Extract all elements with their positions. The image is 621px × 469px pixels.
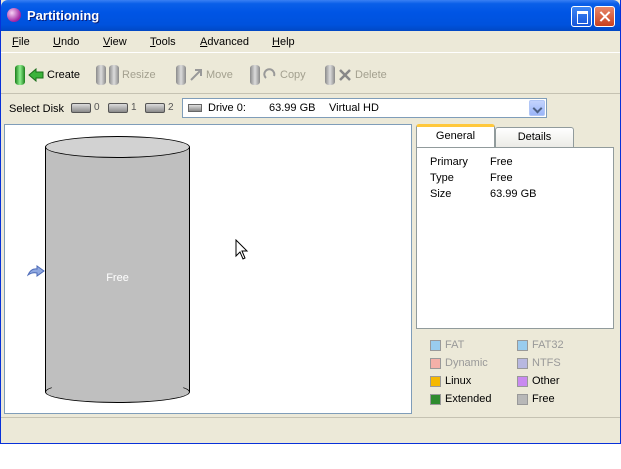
legend-other-label: Other (532, 375, 560, 387)
legend-ntfs-label: NTFS (532, 357, 561, 369)
legend-dynamic: Dynamic (430, 357, 488, 369)
legend-fat32-label: FAT32 (532, 339, 564, 351)
drive-dropdown[interactable]: Drive 0: 63.99 GB Virtual HD (182, 98, 547, 118)
disk-2-number: 2 (168, 102, 174, 113)
general-tab-panel: Primary Free Type Free Size 63.99 GB (416, 147, 614, 329)
resize-icon-2 (109, 65, 119, 85)
menu-undo[interactable]: Undo (53, 36, 79, 48)
size-value: 63.99 GB (490, 188, 537, 200)
resize-button[interactable]: Resize (96, 62, 156, 88)
linux-swatch (430, 375, 441, 387)
drive-type: Virtual HD (329, 102, 379, 114)
type-value: Free (490, 172, 513, 184)
menu-tools[interactable]: Tools (150, 36, 176, 48)
free-swatch (517, 393, 528, 405)
menu-bar: File Undo View Tools Advanced Help (1, 32, 620, 53)
watermark: Protect mo (45, 441, 181, 468)
tab-details-label: Details (517, 131, 552, 143)
ntfs-swatch (517, 357, 528, 369)
primary-key: Primary (430, 156, 468, 168)
resize-icon (96, 65, 106, 85)
drive-size: 63.99 GB (269, 102, 316, 114)
partition-bottom (45, 381, 190, 403)
disk-view-panel: Free Protect mo (4, 124, 412, 468)
maximize-button[interactable] (571, 6, 592, 27)
copy-icon (250, 65, 260, 85)
drive-name: Drive 0: (208, 102, 246, 114)
other-swatch (517, 375, 528, 387)
dynamic-swatch (430, 357, 441, 369)
disk-1-icon[interactable] (108, 103, 128, 113)
legend-free-label: Free (532, 393, 555, 405)
legend-fat32: FAT32 (517, 339, 564, 351)
legend-extended: Extended (430, 393, 491, 405)
tab-general-label: General (435, 130, 476, 142)
menu-file[interactable]: File (12, 36, 30, 48)
copy-arrow-icon (263, 68, 276, 79)
chevron-down-icon[interactable] (529, 100, 545, 116)
legend-fat-label: FAT (445, 339, 465, 351)
size-key: Size (430, 188, 452, 200)
extended-swatch (430, 393, 441, 405)
app-icon (7, 8, 21, 22)
close-button[interactable] (594, 6, 615, 27)
copy-button[interactable]: Copy (250, 62, 306, 88)
mouse-cursor-icon (235, 239, 249, 260)
toolbar: Create Resize Move Copy Delete (1, 54, 620, 94)
disk-1-number: 1 (131, 102, 137, 113)
legend-other: Other (517, 375, 560, 387)
legend-fat: FAT (430, 339, 464, 351)
legend-linux-label: Linux (445, 375, 472, 387)
create-label: Create (47, 69, 81, 81)
select-disk-label: Select Disk (9, 103, 65, 115)
type-key: Type (430, 172, 454, 184)
menu-help[interactable]: Help (272, 36, 295, 48)
legend-extended-label: Extended (445, 393, 492, 405)
status-bar (1, 417, 620, 443)
fat32-swatch (517, 339, 528, 351)
move-icon (176, 65, 186, 85)
disk-0-icon[interactable] (71, 103, 91, 113)
resize-label: Resize (122, 69, 156, 81)
disk-0-number: 0 (94, 102, 100, 113)
title-bar: Partitioning (1, 0, 620, 31)
partition-pointer-arrow-icon (27, 265, 45, 277)
menu-view[interactable]: View (103, 36, 127, 48)
partition-label: Free (106, 272, 129, 284)
legend-dynamic-label: Dynamic (445, 357, 488, 369)
create-icon (15, 65, 25, 85)
delete-x-icon (339, 69, 351, 81)
primary-value: Free (490, 156, 513, 168)
copy-label: Copy (280, 69, 306, 81)
menu-advanced[interactable]: Advanced (200, 36, 249, 48)
create-arrow-icon (28, 68, 44, 82)
tab-details[interactable]: Details (495, 127, 574, 147)
delete-icon (325, 65, 335, 85)
delete-label: Delete (355, 69, 387, 81)
fat-swatch (430, 339, 441, 351)
disk-2-icon[interactable] (145, 103, 165, 113)
tab-general[interactable]: General (416, 124, 495, 147)
legend-free: Free (517, 393, 555, 405)
move-label: Move (206, 69, 233, 81)
partition-top (45, 136, 190, 158)
create-button[interactable]: Create (15, 62, 80, 88)
window-title: Partitioning (27, 8, 100, 23)
legend-linux: Linux (430, 375, 471, 387)
free-partition[interactable]: Free (45, 136, 190, 403)
select-disk-bar: Select Disk 0 1 2 Drive 0: 63.99 GB Virt… (1, 95, 620, 122)
move-arrow-icon (190, 69, 202, 81)
partitioning-window: Partitioning File Undo View Tools Advanc… (0, 0, 621, 468)
hard-drive-icon (188, 104, 202, 112)
delete-button[interactable]: Delete (325, 62, 387, 88)
move-button[interactable]: Move (176, 62, 233, 88)
legend-ntfs: NTFS (517, 357, 561, 369)
